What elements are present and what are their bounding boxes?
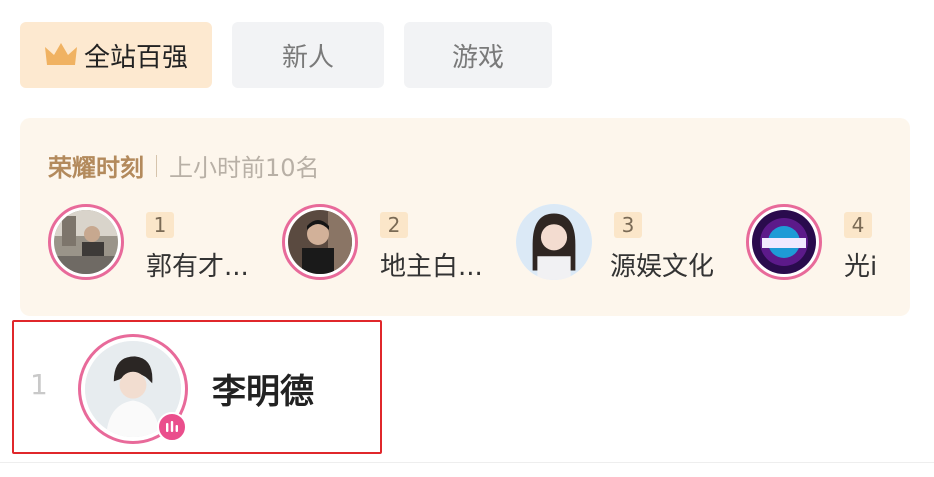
crown-icon bbox=[44, 43, 77, 65]
ranking-list-row[interactable]: 1 李明德 bbox=[12, 320, 382, 454]
tab-label: 游戏 bbox=[451, 42, 504, 73]
rank-number: 1 bbox=[146, 212, 174, 238]
tab-label: 全站百强 bbox=[83, 42, 188, 73]
honor-rank-item[interactable]: 3 源娱文化 bbox=[516, 204, 736, 288]
streamer-name: 李明德 bbox=[212, 372, 314, 412]
rank-number: 2 bbox=[380, 212, 408, 238]
honor-title: 荣耀时刻 bbox=[48, 154, 144, 182]
rank-name: 源娱文化 bbox=[610, 252, 715, 282]
honor-rank-item[interactable]: 2 地主白... bbox=[282, 204, 502, 288]
avatar bbox=[746, 204, 822, 280]
avatar bbox=[48, 204, 124, 280]
honor-header: 荣耀时刻 上小时前10名 bbox=[48, 148, 320, 183]
divider bbox=[156, 154, 157, 177]
rank-name: 光i bbox=[844, 252, 878, 282]
tab-top100[interactable]: 全站百强 bbox=[20, 22, 212, 88]
honor-subtitle: 上小时前10名 bbox=[169, 154, 320, 182]
honor-rank-item[interactable]: 1 郭有才... bbox=[48, 204, 268, 288]
tab-game[interactable]: 游戏 bbox=[404, 22, 552, 88]
tab-label: 新人 bbox=[281, 42, 334, 73]
avatar bbox=[516, 204, 592, 280]
live-audio-icon bbox=[157, 412, 187, 442]
rank-number: 3 bbox=[614, 212, 642, 238]
row-rank-index: 1 bbox=[30, 368, 48, 401]
avatar bbox=[282, 204, 358, 280]
rank-number: 4 bbox=[844, 212, 872, 238]
divider bbox=[0, 462, 934, 463]
honor-rank-item[interactable]: 4 光i bbox=[746, 204, 910, 288]
category-tabs: 全站百强 新人 游戏 bbox=[20, 22, 552, 88]
tab-newcomer[interactable]: 新人 bbox=[232, 22, 384, 88]
rank-name: 郭有才... bbox=[146, 252, 249, 282]
honor-moment-card: 荣耀时刻 上小时前10名 1 郭有才... 2 地主白... 3 源娱文化 4 … bbox=[20, 118, 910, 316]
rank-name: 地主白... bbox=[380, 252, 483, 282]
